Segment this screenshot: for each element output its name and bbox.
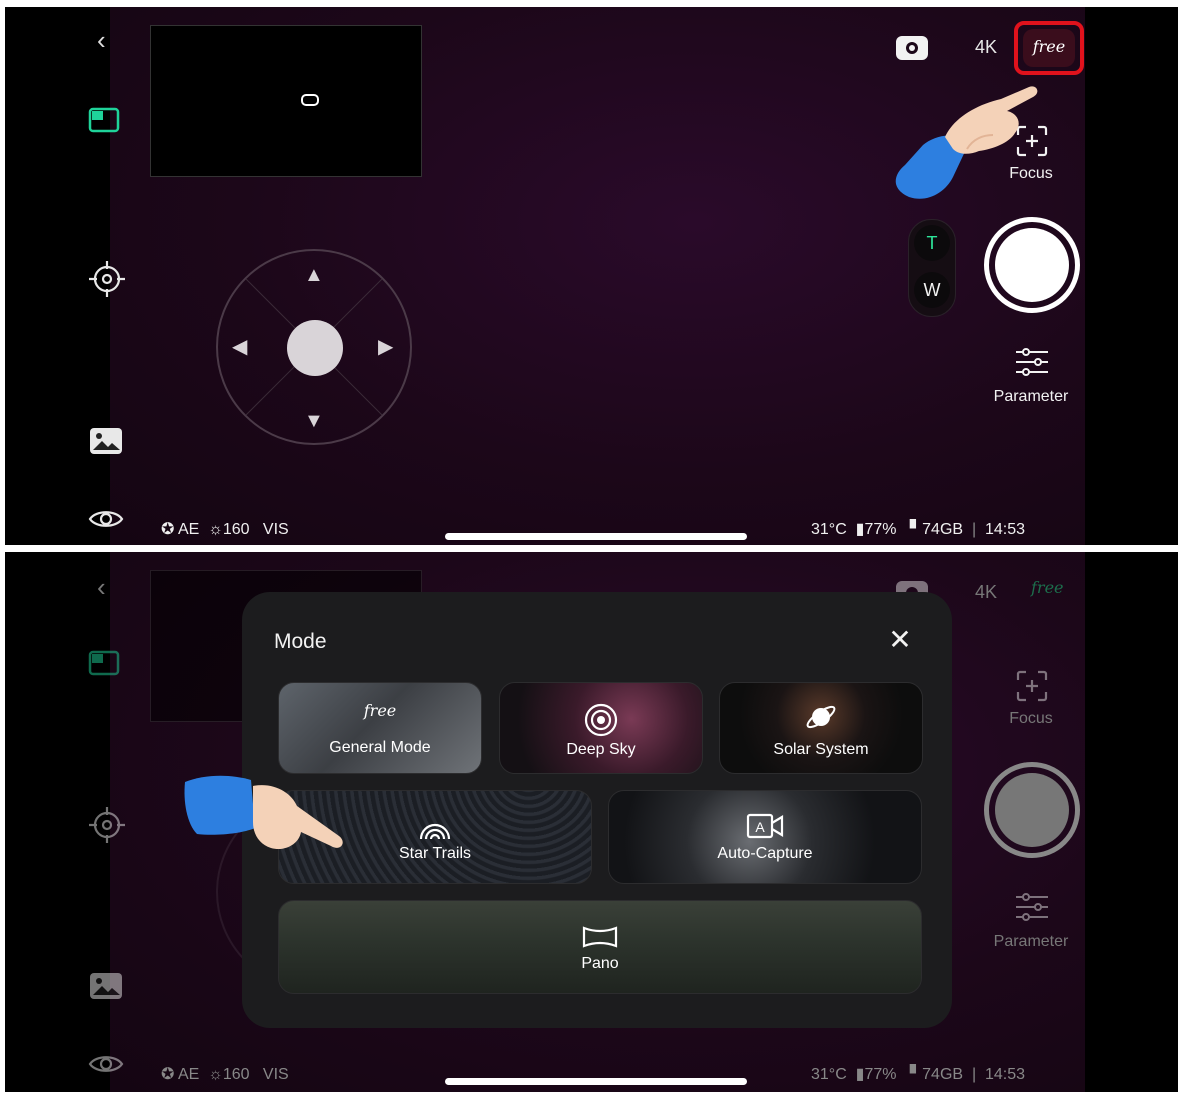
preview-thumbnail[interactable] [150, 25, 422, 177]
direction-joystick[interactable]: ▲ ▼ ◀ ▶ [216, 249, 412, 445]
svg-text:A: A [755, 819, 765, 835]
dialog-title: Mode [274, 630, 327, 653]
arrow-down-icon[interactable]: ▼ [304, 411, 324, 431]
free-mode-button[interactable]: free [1023, 29, 1075, 67]
separator: | [971, 521, 977, 538]
mode-label: Deep Sky [566, 741, 636, 758]
free-badge: free [1032, 37, 1066, 56]
battery-level: 77% [864, 521, 897, 538]
sd-card-icon: ▘ [909, 1066, 923, 1083]
brightness-value: 160 [222, 521, 250, 538]
parameter-label[interactable]: Parameter [981, 933, 1081, 951]
mode-card-pano[interactable]: Pano [278, 900, 922, 994]
mode-label: Solar System [773, 741, 869, 758]
focus-icon[interactable] [1016, 670, 1048, 707]
layout-icon[interactable] [88, 650, 120, 676]
free-icon: free [363, 701, 397, 720]
galaxy-icon [584, 703, 618, 742]
resolution-label[interactable]: 4K [975, 582, 997, 603]
resolution-label[interactable]: 4K [975, 37, 997, 58]
panorama-icon [582, 925, 618, 954]
camera-icon[interactable] [895, 34, 929, 67]
close-button[interactable]: ✕ [886, 626, 914, 654]
vis-label: VIS [262, 1066, 289, 1083]
chevron-left-icon: ‹ [97, 25, 106, 55]
camera-screen-bottom: ‹ 4K free Focus Parameter ✪ AE ☼160 VIS … [5, 552, 1178, 1092]
status-left: ✪ AE ☼160 VIS [161, 1064, 289, 1084]
mode-label: Pano [581, 955, 619, 972]
focus-label[interactable]: Focus [1001, 710, 1061, 728]
back-button[interactable]: ‹ [97, 572, 106, 603]
auto-capture-icon: A [746, 813, 784, 844]
planet-icon [803, 699, 839, 740]
shutter-button[interactable] [984, 762, 1080, 858]
mode-card-deep-sky[interactable]: Deep Sky [499, 682, 703, 774]
eye-icon[interactable] [88, 507, 124, 531]
aperture-icon: ✪ [161, 521, 175, 538]
clock: 14:53 [985, 521, 1026, 538]
arrow-up-icon[interactable]: ▲ [304, 265, 324, 285]
temperature: 31°C [811, 1066, 847, 1083]
sd-card-icon: ▘ [909, 521, 923, 538]
mode-label: Auto-Capture [717, 845, 813, 862]
mode-card-auto-capture[interactable]: A Auto-Capture [608, 790, 922, 884]
chevron-left-icon: ‹ [97, 572, 106, 602]
clock: 14:53 [985, 1066, 1026, 1083]
separator: | [971, 1066, 977, 1083]
target-icon[interactable] [87, 259, 127, 299]
temperature: 31°C [811, 521, 847, 538]
ae-label: AE [177, 1066, 200, 1083]
sun-icon: ☼ [208, 1066, 223, 1083]
target-icon[interactable] [87, 805, 127, 845]
parameter-label[interactable]: Parameter [981, 388, 1081, 406]
battery-level: 77% [864, 1066, 897, 1083]
joystick-knob[interactable] [287, 320, 343, 376]
storage: 74GB [922, 1066, 964, 1083]
free-badge: free [1031, 578, 1064, 597]
mode-card-solar-system[interactable]: Solar System [719, 682, 923, 774]
gallery-icon[interactable] [89, 972, 123, 1000]
vis-label: VIS [262, 521, 289, 538]
pointing-hand-icon [883, 79, 1043, 206]
status-right: 31°C ▮77% ▘74GB | 14:53 [811, 1064, 1025, 1084]
arrow-right-icon[interactable]: ▶ [378, 337, 393, 357]
mode-card-general[interactable]: free General Mode [278, 682, 482, 774]
eye-icon[interactable] [88, 1052, 124, 1076]
home-indicator[interactable] [445, 533, 747, 540]
layout-icon[interactable] [88, 107, 120, 133]
zoom-control[interactable]: T W [908, 219, 956, 317]
close-icon: ✕ [888, 624, 912, 655]
sliders-icon[interactable] [1015, 347, 1049, 382]
back-button[interactable]: ‹ [97, 25, 106, 56]
aperture-icon: ✪ [161, 1066, 175, 1083]
pointing-hand-icon [181, 772, 351, 877]
wide-button[interactable]: W [914, 272, 950, 308]
home-indicator[interactable] [445, 1078, 747, 1085]
mode-label: General Mode [329, 739, 431, 756]
ae-label: AE [177, 521, 200, 538]
tele-button[interactable]: T [914, 225, 950, 261]
shutter-button[interactable] [984, 217, 1080, 313]
star-trails-icon [417, 815, 453, 846]
free-mode-button[interactable]: free [1031, 578, 1064, 597]
status-right: 31°C ▮77% ▘74GB | 14:53 [811, 519, 1025, 539]
camera-screen-top: ‹ ▲ ▼ ◀ ▶ 4K free Focus T W Parameter ✪ [5, 7, 1178, 545]
sliders-icon[interactable] [1015, 892, 1049, 927]
status-left: ✪ AE ☼160 VIS [161, 519, 289, 539]
gallery-icon[interactable] [89, 427, 123, 455]
sun-icon: ☼ [208, 521, 223, 538]
arrow-left-icon[interactable]: ◀ [232, 337, 247, 357]
storage: 74GB [922, 521, 964, 538]
brightness-value: 160 [222, 1066, 250, 1083]
